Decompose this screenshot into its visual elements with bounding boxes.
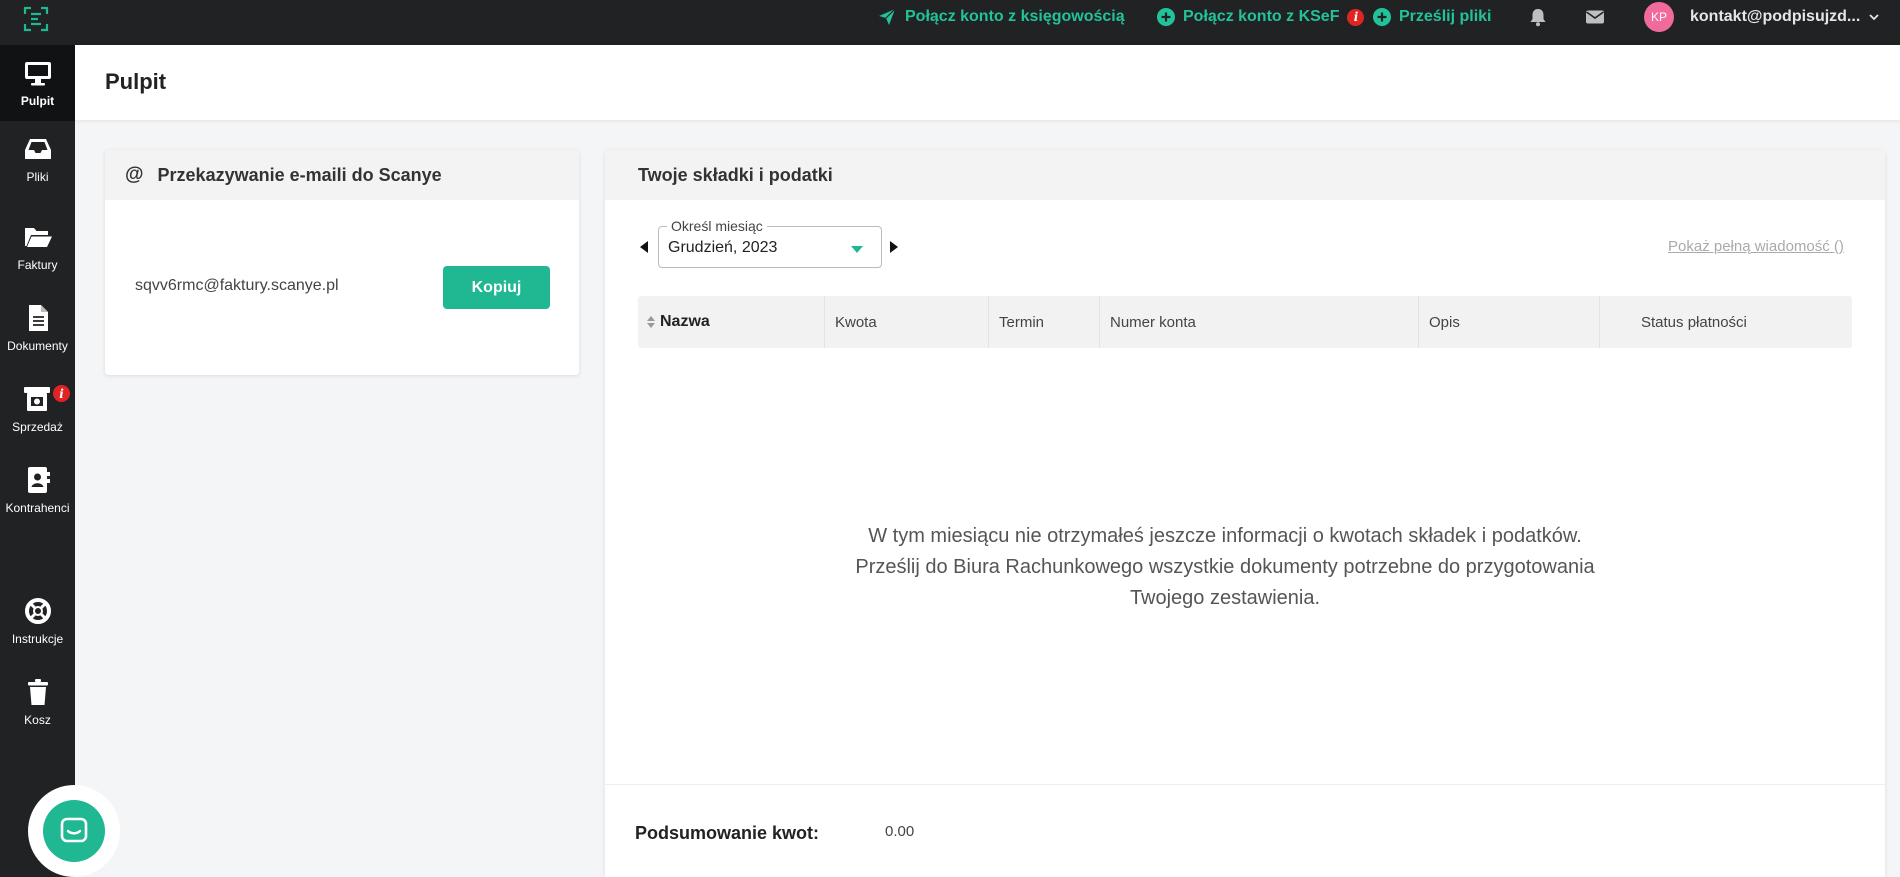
taxes-table-header: Nazwa Kwota Termin Numer konta Opis Stat… <box>638 296 1852 348</box>
document-icon <box>28 305 48 331</box>
empty-state-message: W tym miesiącu nie otrzymałeś jeszcze in… <box>805 521 1645 614</box>
at-sign-icon: @ <box>125 164 144 185</box>
taxes-card-title: Twoje składki i podatki <box>638 164 833 185</box>
upload-files-button[interactable]: Prześlij pliki <box>1373 0 1491 34</box>
paper-plane-icon <box>879 8 896 25</box>
sidebar-item-instrukcje[interactable]: Instrukcje <box>0 583 75 659</box>
info-icon[interactable]: i <box>1347 8 1365 26</box>
taxes-card-header: Twoje składki i podatki <box>605 150 1885 200</box>
connect-ksef-button[interactable]: Połącz konto z KSeF i <box>1157 0 1365 34</box>
sidebar-item-label: Pulpit <box>20 94 55 108</box>
page-header: Pulpit <box>75 45 1900 120</box>
connect-accounting-label: Połącz konto z księgowością <box>905 8 1125 25</box>
column-header-label: Nazwa <box>660 313 710 330</box>
column-header-label: Kwota <box>835 313 877 331</box>
sidebar-item-label: Kosz <box>24 713 51 727</box>
bell-icon[interactable] <box>1528 7 1548 27</box>
month-select-label: Określ miesiąc <box>667 218 767 234</box>
scanye-logo-icon[interactable] <box>22 5 50 33</box>
connect-ksef-label: Połącz konto z KSeF <box>1183 8 1340 25</box>
top-bar: Połącz konto z księgowością Połącz konto… <box>0 0 1900 45</box>
empty-state-line: Twojego zestawienia. <box>1129 587 1321 609</box>
month-select-value: Grudzień, 2023 <box>668 239 778 256</box>
email-card-title: Przekazywanie e-maili do Scanye <box>157 164 442 185</box>
sidebar: Pulpit Pliki Faktury Dokumenty Sprzedaż <box>0 45 75 877</box>
column-header-label: Numer konta <box>1110 313 1196 331</box>
sidebar-item-dokumenty[interactable]: Dokumenty <box>0 290 75 366</box>
email-forwarding-card: @ Przekazywanie e-maili do Scanye sqvv6r… <box>105 150 579 375</box>
plus-circle-icon <box>1157 8 1175 26</box>
forwarding-email-address: sqvv6rmc@faktury.scanye.pl <box>135 277 339 294</box>
cash-register-icon <box>23 387 50 411</box>
sidebar-item-sprzedaz[interactable]: Sprzedaż i <box>0 371 75 447</box>
folder-open-icon <box>24 228 52 247</box>
sidebar-item-kosz[interactable]: Kosz <box>0 664 75 740</box>
column-header-kwota[interactable]: Kwota <box>824 296 988 348</box>
sidebar-item-label: Pliki <box>26 170 49 184</box>
summary-value: 0.00 <box>885 823 915 840</box>
empty-state-line: Prześlij do Biura Rachunkowego wszystkie… <box>855 556 1595 578</box>
connect-accounting-button[interactable]: Połącz konto z księgowością <box>877 0 1125 34</box>
column-header-termin[interactable]: Termin <box>988 296 1099 348</box>
column-header-status[interactable]: Status płatności <box>1599 296 1852 348</box>
sidebar-item-pliki[interactable]: Pliki <box>0 121 75 197</box>
sidebar-item-label: Sprzedaż <box>12 420 63 434</box>
sidebar-item-label: Instrukcje <box>11 632 64 646</box>
copy-button[interactable]: Kopiuj <box>443 266 550 309</box>
sidebar-item-label: Faktury <box>17 258 58 272</box>
show-full-message-link[interactable]: Pokaż pełną wiadomość () <box>1668 238 1844 255</box>
sidebar-item-kontrahenci[interactable]: Kontrahenci <box>0 452 75 528</box>
previous-month-arrow-icon[interactable] <box>640 241 648 253</box>
envelope-icon[interactable] <box>1585 7 1605 27</box>
sales-info-badge: i <box>53 385 70 402</box>
sidebar-item-pulpit[interactable]: Pulpit <box>0 45 75 121</box>
email-card-header: @ Przekazywanie e-maili do Scanye <box>105 150 579 200</box>
summary-bar: Podsumowanie kwot: 0.00 <box>605 784 1885 877</box>
summary-label: Podsumowanie kwot: <box>635 823 820 843</box>
sidebar-item-faktury[interactable]: Faktury <box>0 209 75 285</box>
inbox-icon <box>24 139 51 159</box>
sidebar-item-label: Kontrahenci <box>5 501 70 515</box>
column-header-opis[interactable]: Opis <box>1418 296 1599 348</box>
column-header-label: Status płatności <box>1641 313 1747 331</box>
lifebuoy-icon <box>24 598 51 624</box>
chat-bubble-icon <box>60 817 88 843</box>
account-menu[interactable]: kontakt@podpisujzd... <box>1690 0 1880 34</box>
plus-circle-icon <box>1373 8 1391 26</box>
next-month-arrow-icon[interactable] <box>890 241 898 253</box>
column-header-label: Opis <box>1429 313 1460 331</box>
column-header-numer-konta[interactable]: Numer konta <box>1099 296 1418 348</box>
trash-icon <box>27 679 48 705</box>
contact-book-icon <box>27 467 50 493</box>
column-header-label: Termin <box>999 313 1045 331</box>
empty-state-line: W tym miesiącu nie otrzymałeś jeszcze in… <box>868 525 1582 547</box>
account-email: kontakt@podpisujzd... <box>1690 8 1861 25</box>
monitor-icon <box>24 62 51 86</box>
sidebar-item-label: Dokumenty <box>7 339 68 353</box>
column-header-nazwa[interactable]: Nazwa <box>638 296 824 348</box>
chat-button[interactable] <box>43 800 105 862</box>
chevron-down-icon <box>1869 14 1879 21</box>
sort-icon <box>647 316 655 328</box>
caret-down-icon <box>851 246 863 253</box>
page-title: Pulpit <box>105 69 167 94</box>
upload-files-label: Prześlij pliki <box>1399 8 1492 25</box>
avatar[interactable]: KP <box>1644 2 1674 32</box>
